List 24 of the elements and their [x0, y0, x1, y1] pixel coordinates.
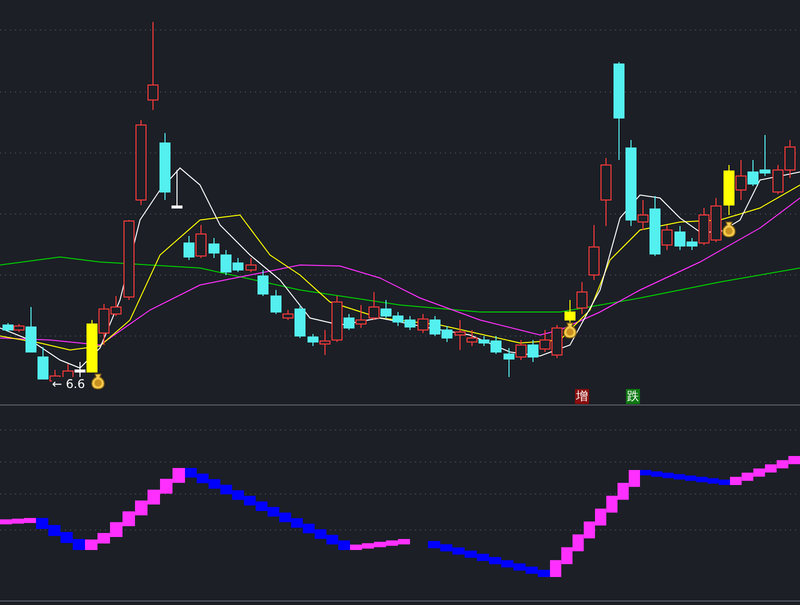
candlestick: [784, 140, 796, 178]
candlestick: [430, 316, 440, 336]
candlestick: [772, 164, 784, 194]
money-bag-icon: [91, 374, 105, 390]
candlestick: [504, 348, 514, 378]
money-bag-icon: [722, 222, 736, 238]
candlestick: [404, 316, 416, 330]
price-label: ← 6.6: [52, 377, 85, 391]
candlestick: [392, 312, 404, 326]
candlestick: [516, 340, 526, 360]
candlestick: [356, 304, 366, 328]
candlestick: [2, 322, 14, 332]
candlestick: [528, 340, 538, 362]
candlestick: [442, 326, 452, 342]
signal-marker: 增: [575, 389, 589, 404]
candlestick: [600, 158, 612, 226]
candlestick: [418, 314, 428, 334]
candlestick: [184, 236, 194, 260]
candlestick: [724, 164, 734, 216]
candlestick: [196, 224, 206, 258]
candlestick: [208, 238, 220, 258]
signal-marker: 跌: [626, 389, 640, 404]
candlestick: [710, 198, 722, 242]
money-bag-icon: [563, 322, 577, 338]
